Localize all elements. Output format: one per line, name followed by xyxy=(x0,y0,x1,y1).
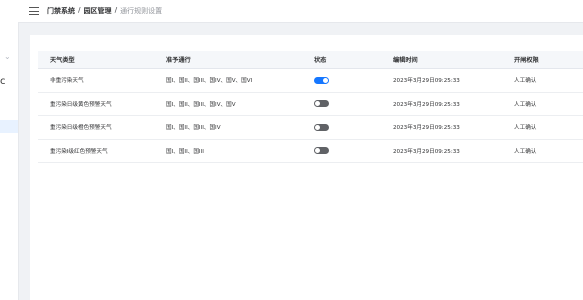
gate-permission-cell: 人工确认 xyxy=(514,101,537,108)
allowed-pass-cell: 国I、国II、国III xyxy=(166,148,204,155)
column-header-gate-permission: 开闸权限 xyxy=(514,57,539,64)
toggle-knob xyxy=(315,124,320,130)
edit-time-cell: 2023年3月29日09:25:33 xyxy=(393,148,460,155)
breadcrumb: 门禁系统 / 园区管理 / 通行规则设置 xyxy=(47,6,162,16)
chevron-down-icon[interactable]: ⌄ xyxy=(4,52,11,61)
gate-permission-cell: 人工确认 xyxy=(514,125,537,132)
status-cell xyxy=(314,116,329,139)
top-header: 门禁系统 / 园区管理 / 通行规则设置 xyxy=(18,0,583,23)
status-cell xyxy=(314,93,329,116)
status-cell xyxy=(314,140,329,163)
breadcrumb-separator: / xyxy=(114,6,118,14)
allowed-pass-cell: 国I、国II、国III、国IV xyxy=(166,125,221,132)
column-header-edit-time: 编辑时间 xyxy=(393,57,418,64)
sidebar: ⌄ c xyxy=(0,0,19,300)
allowed-pass-cell: 国I、国II、国III、国IV、国V xyxy=(166,101,236,108)
weather-type-cell: 重污染日级橙色预警天气 xyxy=(50,125,112,132)
weather-type-cell: 重污染Ⅰ级红色预警天气 xyxy=(50,148,108,155)
column-header-status: 状态 xyxy=(314,57,327,64)
toggle-knob xyxy=(315,101,320,107)
rules-table: 天气类型 准予通行 状态 编辑时间 开闸权限 非重污染天气 国I、国II、国II… xyxy=(38,51,583,163)
edit-time-cell: 2023年3月29日09:25:33 xyxy=(393,125,460,132)
table-row: 重污染日级橙色预警天气 国I、国II、国III、国IV 2023年3月29日09… xyxy=(38,116,583,140)
status-toggle[interactable] xyxy=(314,100,329,108)
table-row: 重污染Ⅰ级红色预警天气 国I、国II、国III 2023年3月29日09:25:… xyxy=(38,140,583,163)
sidebar-item-active[interactable] xyxy=(0,120,18,133)
edit-time-cell: 2023年3月29日09:25:33 xyxy=(393,101,460,108)
gate-permission-cell: 人工确认 xyxy=(514,148,537,155)
status-toggle[interactable] xyxy=(314,123,329,131)
gate-permission-cell: 人工确认 xyxy=(514,78,537,85)
status-toggle[interactable] xyxy=(314,147,329,155)
breadcrumb-current: 通行规则设置 xyxy=(120,7,163,15)
table-row: 重污染日级黄色预警天气 国I、国II、国III、国IV、国V 2023年3月29… xyxy=(38,93,583,116)
sidebar-item-label[interactable]: c xyxy=(0,76,10,87)
edit-time-cell: 2023年3月29日09:25:33 xyxy=(393,78,460,85)
content-card: 天气类型 准予通行 状态 编辑时间 开闸权限 非重污染天气 国I、国II、国II… xyxy=(30,35,583,300)
weather-type-cell: 非重污染天气 xyxy=(50,78,84,85)
status-toggle[interactable] xyxy=(314,76,329,84)
breadcrumb-separator: / xyxy=(78,6,81,14)
allowed-pass-cell: 国I、国II、国III、国IV、国V、国VI xyxy=(166,78,253,85)
breadcrumb-level1[interactable]: 门禁系统 xyxy=(47,6,75,16)
weather-type-cell: 重污染日级黄色预警天气 xyxy=(50,101,112,108)
toggle-knob xyxy=(323,77,328,83)
app-frame: ⌄ c 门禁系统 / 园区管理 / 通行规则设置 天气类型 准予通行 状态 编辑… xyxy=(0,0,583,300)
hamburger-menu-icon[interactable] xyxy=(29,7,39,15)
column-header-weather-type: 天气类型 xyxy=(50,57,75,64)
toggle-knob xyxy=(315,148,320,154)
column-header-allowed-pass: 准予通行 xyxy=(166,57,191,64)
table-row: 非重污染天气 国I、国II、国III、国IV、国V、国VI 2023年3月29日… xyxy=(38,69,583,93)
table-header-row: 天气类型 准予通行 状态 编辑时间 开闸权限 xyxy=(38,51,583,69)
status-cell xyxy=(314,69,329,92)
breadcrumb-level2[interactable]: 园区管理 xyxy=(84,6,112,16)
